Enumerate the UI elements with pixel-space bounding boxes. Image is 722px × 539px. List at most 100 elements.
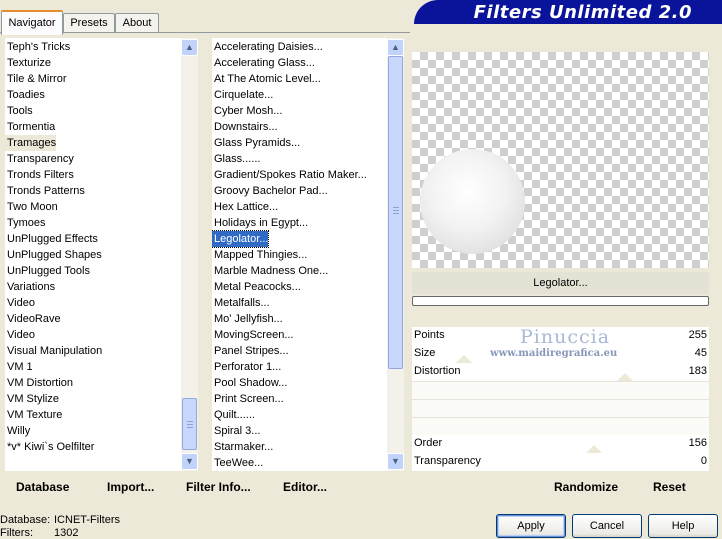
category-list[interactable]: Teph's Tricks Texturize Tile & Mirror Toadi… xyxy=(5,38,181,471)
category-list-item[interactable]: Teph's Tricks xyxy=(5,39,70,55)
category-list-item[interactable]: Tramages xyxy=(5,135,57,151)
filter-list-item[interactable]: Panel Stripes... xyxy=(212,343,289,359)
help-button[interactable]: Help xyxy=(648,514,718,538)
category-list-item[interactable]: Transparency xyxy=(5,151,74,167)
category-list-item[interactable]: Two Moon xyxy=(5,199,58,215)
filter-list-item[interactable]: Metal Peacocks... xyxy=(212,279,301,295)
category-list-item[interactable]: UnPlugged Tools xyxy=(5,263,90,279)
category-list-item[interactable]: Tormentia xyxy=(5,119,55,135)
filter-list-item[interactable]: Starmaker... xyxy=(212,439,273,455)
category-list-item[interactable]: Toadies xyxy=(5,87,45,103)
cancel-button[interactable]: Cancel xyxy=(572,514,642,538)
database-label: Database: xyxy=(0,514,51,526)
category-list-item[interactable]: VM Texture xyxy=(5,407,62,423)
preview-sphere xyxy=(420,149,525,254)
filter-list-item[interactable]: Mapped Thingies... xyxy=(212,247,307,263)
category-list-item[interactable]: VM Distortion xyxy=(5,375,73,391)
param-value: 45 xyxy=(694,347,707,359)
filter-list-item[interactable]: Quilt...... xyxy=(212,407,255,423)
filter-list-item[interactable]: Mo' Jellyfish... xyxy=(212,311,283,327)
param-slider-empty xyxy=(412,381,709,399)
filter-list-item[interactable]: Cirquelate... xyxy=(212,87,273,103)
param-label: Distortion xyxy=(414,365,461,377)
filters-label: Filters: xyxy=(0,527,33,539)
category-list-item[interactable]: Tronds Filters xyxy=(5,167,74,183)
filter-list-item[interactable]: Cyber Mosh... xyxy=(212,103,282,119)
category-list-item[interactable]: VM Stylize xyxy=(5,391,59,407)
filter-list-item[interactable]: Legolator... xyxy=(212,230,270,248)
filter-list-item[interactable]: Print Screen... xyxy=(212,391,284,407)
filter-list-item[interactable]: Accelerating Daisies... xyxy=(212,39,323,55)
category-list-item[interactable]: UnPlugged Effects xyxy=(5,231,98,247)
category-list-item[interactable]: UnPlugged Shapes xyxy=(5,247,102,263)
title-banner: Filters Unlimited 2.0 xyxy=(414,0,722,24)
param-slider-empty xyxy=(412,399,709,417)
watermark-url: www.maidiregrafica.eu xyxy=(490,348,618,359)
filter-list-item[interactable]: Pool Shadow... xyxy=(212,375,287,391)
filter-list-item[interactable]: Downstairs... xyxy=(212,119,278,135)
randomize-button[interactable]: Randomize xyxy=(554,480,618,494)
category-list-item[interactable]: Variations xyxy=(5,279,55,295)
scroll-up-arrow-icon[interactable]: ▲ xyxy=(181,39,198,56)
category-list-item[interactable]: Video xyxy=(5,327,35,343)
param-slider-empty xyxy=(412,417,709,435)
category-list-item[interactable]: Texturize xyxy=(5,55,51,71)
scroll-up-arrow-icon[interactable]: ▲ xyxy=(387,39,404,56)
category-list-item[interactable]: Willy xyxy=(5,423,30,439)
filter-list-item[interactable]: Metalfalls... xyxy=(212,295,270,311)
database-button[interactable]: Database xyxy=(16,480,69,494)
category-list-item[interactable]: *v* Kiwi`s Oelfilter xyxy=(5,439,94,455)
filter-info-button[interactable]: Filter Info... xyxy=(186,480,251,494)
current-filter-name: Legolator... xyxy=(412,272,709,294)
database-value: ICNET-Filters xyxy=(54,514,120,526)
category-list-item[interactable]: Tronds Patterns xyxy=(5,183,85,199)
scroll-thumb[interactable] xyxy=(388,56,403,369)
filter-list-item[interactable]: Perforator 1... xyxy=(212,359,281,375)
category-list-item[interactable]: Tools xyxy=(5,103,33,119)
progress-bar xyxy=(412,296,709,306)
apply-button[interactable]: Apply xyxy=(496,514,566,538)
param-slider-transparency[interactable]: Transparency 0 xyxy=(412,453,709,471)
param-slider-order[interactable]: Order 156 xyxy=(412,435,709,453)
import-button[interactable]: Import... xyxy=(107,480,154,494)
filter-list-item[interactable]: Glass Pyramids... xyxy=(212,135,300,151)
filter-list-item[interactable]: Gradient/Spokes Ratio Maker... xyxy=(212,167,367,183)
slider-thumb[interactable] xyxy=(456,355,472,363)
param-slider-distortion[interactable]: Distortion 183 xyxy=(412,363,709,381)
scroll-thumb[interactable] xyxy=(182,398,197,450)
param-value: 255 xyxy=(688,329,707,341)
filter-list-item[interactable]: Groovy Bachelor Pad... xyxy=(212,183,328,199)
filter-list-item[interactable]: Accelerating Glass... xyxy=(212,55,315,71)
slider-thumb[interactable] xyxy=(617,373,633,381)
param-label: Transparency xyxy=(414,455,481,467)
category-list-item[interactable]: VM 1 xyxy=(5,359,33,375)
tab-about[interactable]: About xyxy=(115,13,159,33)
scroll-down-arrow-icon[interactable]: ▼ xyxy=(181,453,198,470)
category-list-item[interactable]: VideoRave xyxy=(5,311,61,327)
category-scrollbar[interactable]: ▲ ▼ xyxy=(181,38,198,471)
category-list-item[interactable]: Video xyxy=(5,295,35,311)
editor-button[interactable]: Editor... xyxy=(283,480,327,494)
watermark-name: Pinuccia xyxy=(520,326,611,348)
filter-scrollbar[interactable]: ▲ ▼ xyxy=(387,38,404,471)
scroll-down-arrow-icon[interactable]: ▼ xyxy=(387,453,404,470)
filter-list-item[interactable]: Marble Madness One... xyxy=(212,263,328,279)
category-list-item[interactable]: Tile & Mirror xyxy=(5,71,66,87)
slider-thumb[interactable] xyxy=(586,445,602,453)
param-label: Order xyxy=(414,437,443,449)
category-list-item[interactable]: Visual Manipulation xyxy=(5,343,102,359)
filter-list-item[interactable]: Hex Lattice... xyxy=(212,199,278,215)
filter-list-item[interactable]: Holidays in Egypt... xyxy=(212,215,308,231)
filters-count: 1302 xyxy=(54,527,79,539)
category-list-item[interactable]: Tymoes xyxy=(5,215,46,231)
filter-list-item[interactable]: Spiral 3... xyxy=(212,423,260,439)
filter-list-item[interactable]: MovingScreen... xyxy=(212,327,293,343)
reset-button[interactable]: Reset xyxy=(653,480,686,494)
tab-navigator[interactable]: Navigator xyxy=(1,10,63,35)
filter-list-item[interactable]: Glass...... xyxy=(212,151,260,167)
filter-list[interactable]: Accelerating Daisies... Accelerating Glas… xyxy=(212,38,387,471)
filter-list-item[interactable]: TeeWee... xyxy=(212,455,263,471)
tab-presets[interactable]: Presets xyxy=(63,13,115,33)
filter-list-item[interactable]: At The Atomic Level... xyxy=(212,71,321,87)
param-value: 0 xyxy=(700,455,707,467)
